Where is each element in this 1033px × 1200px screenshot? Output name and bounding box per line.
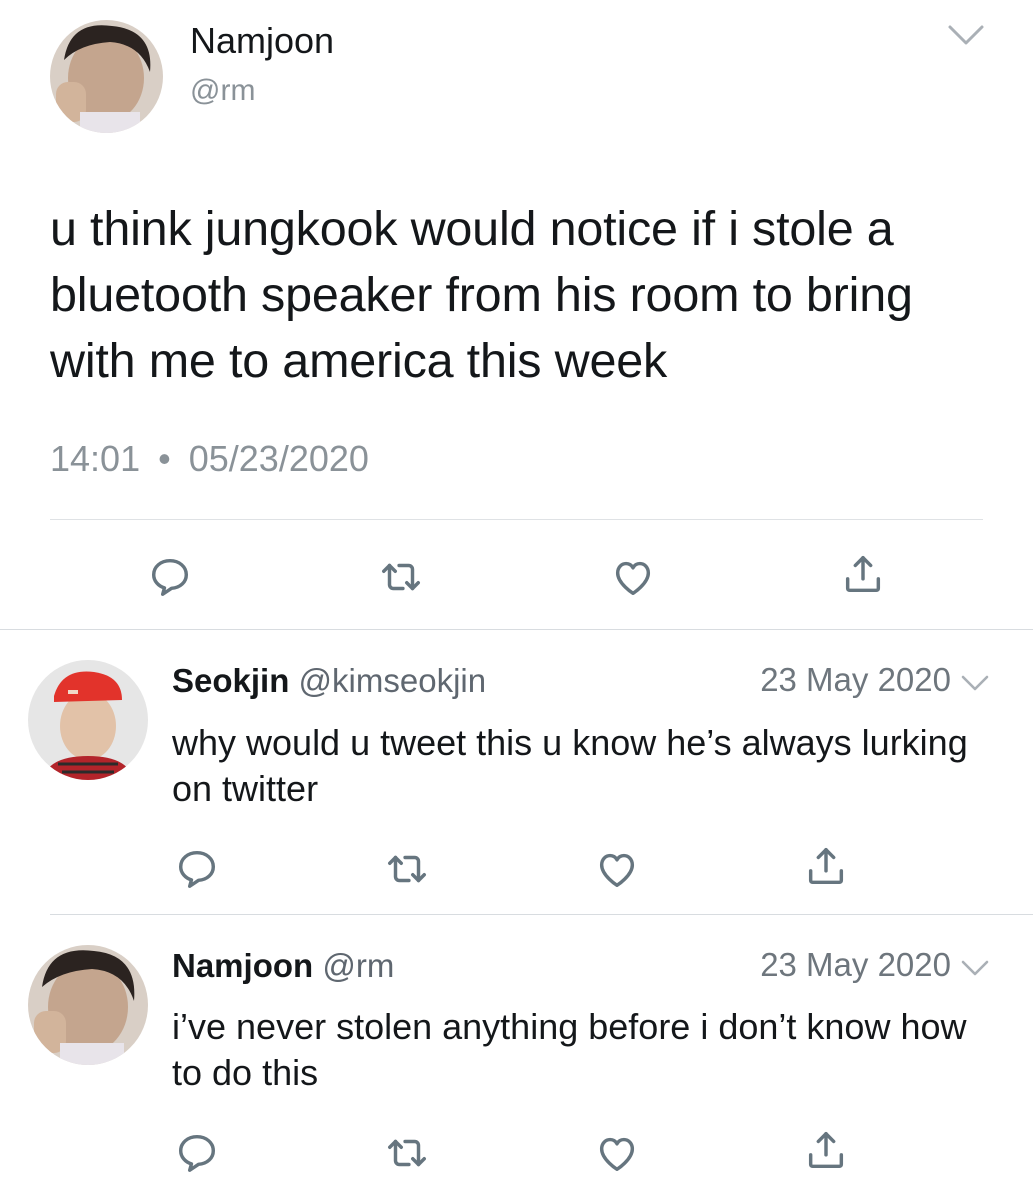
divider (50, 914, 1033, 915)
like-icon[interactable] (610, 554, 656, 600)
like-icon[interactable] (594, 846, 640, 892)
tweet-timestamp: 14:01 • 05/23/2020 (50, 438, 369, 480)
chevron-down-icon[interactable] (960, 672, 990, 694)
author-handle[interactable]: @kimseokjin (299, 662, 487, 699)
avatar[interactable] (28, 660, 148, 780)
divider (50, 519, 983, 520)
retweet-icon[interactable] (384, 1130, 430, 1176)
tweet-time: 14:01 (50, 438, 141, 479)
share-icon[interactable] (803, 844, 849, 890)
reply-header: Seokjin @kimseokjin (172, 661, 486, 701)
reply-icon[interactable] (174, 1130, 220, 1176)
share-icon[interactable] (840, 552, 886, 598)
author-name[interactable]: Seokjin (172, 662, 289, 699)
like-icon[interactable] (594, 1130, 640, 1176)
chevron-down-icon[interactable] (960, 957, 990, 979)
author-name[interactable]: Namjoon (172, 947, 313, 984)
retweet-icon[interactable] (384, 846, 430, 892)
author-handle[interactable]: @rm (190, 74, 255, 108)
reply-date[interactable]: 23 May 2020 (760, 661, 951, 699)
avatar[interactable] (28, 945, 148, 1065)
reply-icon[interactable] (174, 846, 220, 892)
timestamp-separator: • (158, 438, 171, 479)
reply-text: i’ve never stolen anything before i don’… (172, 1006, 967, 1093)
avatar[interactable] (50, 20, 163, 133)
chevron-down-icon[interactable] (946, 22, 986, 48)
reply-text: why would u tweet this u know he’s alway… (172, 722, 968, 809)
author-name[interactable]: Namjoon (190, 20, 334, 62)
reply-date[interactable]: 23 May 2020 (760, 946, 951, 984)
tweet-text: u think jungkook would notice if i stole… (50, 202, 913, 388)
reply-icon[interactable] (147, 554, 193, 600)
retweet-icon[interactable] (378, 554, 424, 600)
reply-header: Namjoon @rm (172, 946, 394, 986)
tweet-date: 05/23/2020 (188, 438, 369, 479)
author-handle[interactable]: @rm (322, 947, 394, 984)
share-icon[interactable] (803, 1128, 849, 1174)
divider (0, 629, 1033, 630)
